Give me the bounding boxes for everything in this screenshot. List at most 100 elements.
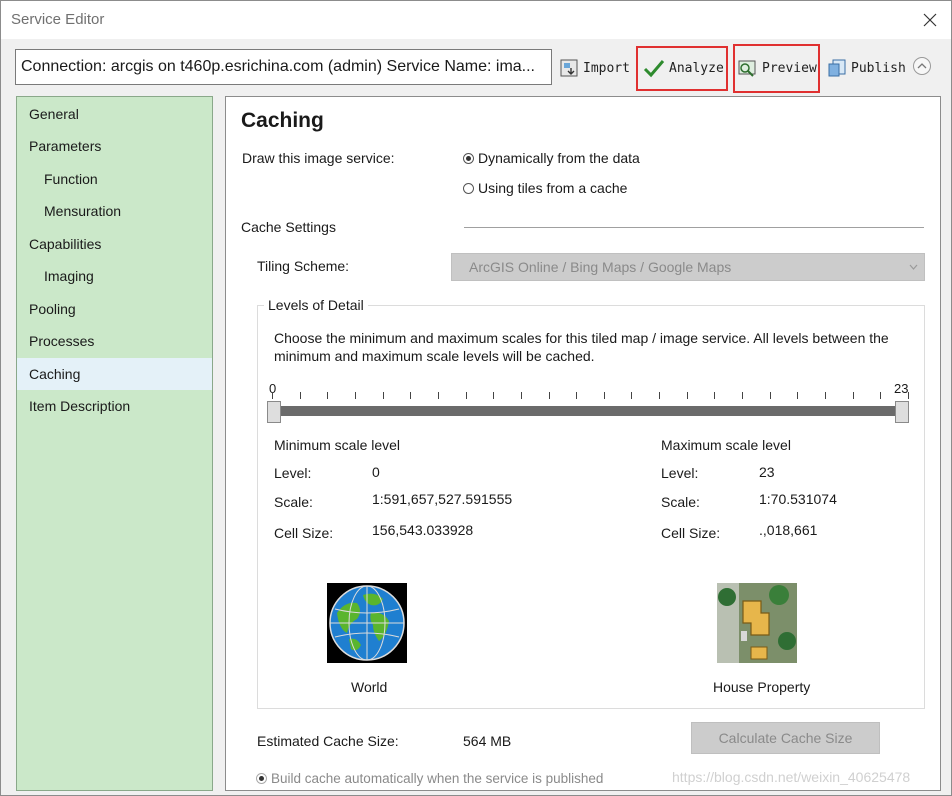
analyze-label: Analyze	[669, 60, 724, 76]
min-cellsize-value: 156,543.033928	[372, 522, 474, 538]
preview-icon	[738, 60, 756, 77]
radio-dynamic[interactable]: Dynamically from the data	[463, 150, 640, 166]
sidebar-item-general[interactable]: General	[17, 98, 212, 130]
sidebar: General Parameters Function Mensuration …	[16, 96, 213, 791]
slider-tick	[465, 392, 467, 399]
slider-tick	[852, 392, 854, 399]
watermark-text: https://blog.csdn.net/weixin_40625478	[672, 769, 911, 785]
sidebar-item-imaging[interactable]: Imaging	[17, 260, 212, 292]
estimated-size-value: 564 MB	[463, 733, 512, 749]
house-property-caption: House Property	[713, 679, 811, 695]
min-scale-title: Minimum scale level	[274, 437, 401, 453]
connection-field[interactable]: Connection: arcgis on t460p.esrichina.co…	[15, 49, 552, 85]
build-cache-auto-indicator	[256, 773, 267, 784]
sidebar-item-processes[interactable]: Processes	[17, 325, 212, 357]
slider-tick	[603, 392, 605, 399]
max-scale-value: 1:70.531074	[759, 491, 837, 507]
publish-icon	[828, 59, 846, 77]
publish-button[interactable]: Publish	[827, 55, 906, 81]
slider-tick	[769, 392, 771, 399]
estimated-size-label: Estimated Cache Size:	[257, 733, 399, 749]
slider-tick	[520, 392, 522, 399]
slider-tick	[686, 392, 688, 399]
min-scale-value: 1:591,657,527.591555	[372, 491, 513, 507]
max-scale-title: Maximum scale level	[661, 437, 791, 453]
sidebar-item-pooling[interactable]: Pooling	[17, 293, 212, 325]
collapse-button[interactable]	[913, 57, 931, 75]
slider-tick	[825, 392, 827, 399]
slider-tick	[659, 392, 661, 399]
min-scale-label: Scale:	[274, 494, 313, 510]
preview-label: Preview	[762, 60, 817, 76]
import-label: Import	[583, 60, 630, 76]
caching-panel: Caching Draw this image service: Dynamic…	[225, 96, 941, 791]
chevron-down-icon	[909, 264, 918, 270]
chevron-up-icon	[917, 63, 927, 69]
close-button[interactable]	[915, 5, 945, 35]
import-icon	[560, 59, 578, 77]
slider-tick	[272, 392, 273, 399]
slider-tick	[631, 392, 633, 399]
slider-max-handle[interactable]	[895, 401, 909, 423]
max-level-label: Level:	[661, 465, 699, 481]
min-level-label: Level:	[274, 465, 312, 481]
slider-tick	[576, 392, 578, 399]
world-caption: World	[351, 679, 388, 695]
min-level-value: 0	[372, 464, 380, 480]
max-scale-label: Scale:	[661, 494, 700, 510]
slider-tick	[299, 392, 301, 399]
radio-dynamic-indicator	[463, 152, 474, 164]
page-title: Caching	[241, 109, 324, 132]
max-cellsize-value: .,018,661	[759, 522, 818, 538]
levels-of-detail-label: Levels of Detail	[264, 297, 368, 313]
slider-max-label: 23	[894, 381, 909, 396]
sidebar-item-function[interactable]: Function	[17, 163, 212, 195]
service-editor-window: Service Editor Connection: arcgis on t46…	[0, 0, 952, 796]
slider-tick	[742, 392, 744, 399]
radio-tiles-indicator	[463, 182, 474, 194]
checkmark-icon	[643, 60, 665, 78]
max-level-value: 23	[759, 464, 775, 480]
radio-dynamic-label: Dynamically from the data	[478, 150, 640, 166]
import-button[interactable]: Import	[559, 55, 630, 81]
calculate-cache-size-button[interactable]: Calculate Cache Size	[691, 722, 880, 754]
slider-tick	[382, 392, 384, 399]
cache-settings-divider	[464, 227, 924, 228]
sidebar-item-mensuration[interactable]: Mensuration	[17, 195, 212, 227]
slider-tick	[548, 392, 550, 399]
slider-tick	[714, 392, 716, 399]
max-cellsize-label: Cell Size:	[661, 525, 721, 541]
slider-tick	[354, 392, 356, 399]
toolbar: Connection: arcgis on t460p.esrichina.co…	[1, 39, 951, 94]
draw-service-label: Draw this image service:	[242, 150, 395, 166]
cache-settings-label: Cache Settings	[241, 219, 336, 235]
slider-tick	[437, 392, 439, 399]
house-property-image	[717, 583, 797, 663]
slider-tick	[327, 392, 329, 399]
window-title: Service Editor	[11, 11, 105, 28]
slider-tick	[908, 392, 909, 399]
world-globe-image	[327, 583, 407, 663]
slider-tick	[493, 392, 495, 399]
build-cache-auto-option[interactable]: Build cache automatically when the servi…	[256, 771, 603, 786]
sidebar-item-item-description[interactable]: Item Description	[17, 390, 212, 422]
radio-tiles[interactable]: Using tiles from a cache	[463, 180, 627, 196]
title-bar: Service Editor	[1, 1, 951, 39]
slider-min-handle[interactable]	[267, 401, 281, 423]
publish-label: Publish	[851, 60, 906, 76]
analyze-button[interactable]: Analyze	[643, 55, 724, 81]
close-icon	[923, 13, 937, 27]
tiling-scheme-value: ArcGIS Online / Bing Maps / Google Maps	[469, 259, 732, 275]
sidebar-item-capabilities[interactable]: Capabilities	[17, 228, 212, 260]
sidebar-item-caching[interactable]: Caching	[17, 358, 212, 390]
slider-tick	[797, 392, 799, 399]
levels-description: Choose the minimum and maximum scales fo…	[274, 330, 889, 364]
tiling-scheme-select[interactable]: ArcGIS Online / Bing Maps / Google Maps	[451, 253, 925, 281]
slider-tick	[880, 392, 882, 399]
scale-slider-track[interactable]	[272, 406, 908, 416]
preview-button[interactable]: Preview	[738, 55, 817, 81]
sidebar-item-parameters[interactable]: Parameters	[17, 130, 212, 162]
radio-tiles-label: Using tiles from a cache	[478, 180, 628, 196]
tiling-scheme-label: Tiling Scheme:	[257, 258, 350, 274]
build-cache-auto-label: Build cache automatically when the servi…	[271, 771, 604, 786]
